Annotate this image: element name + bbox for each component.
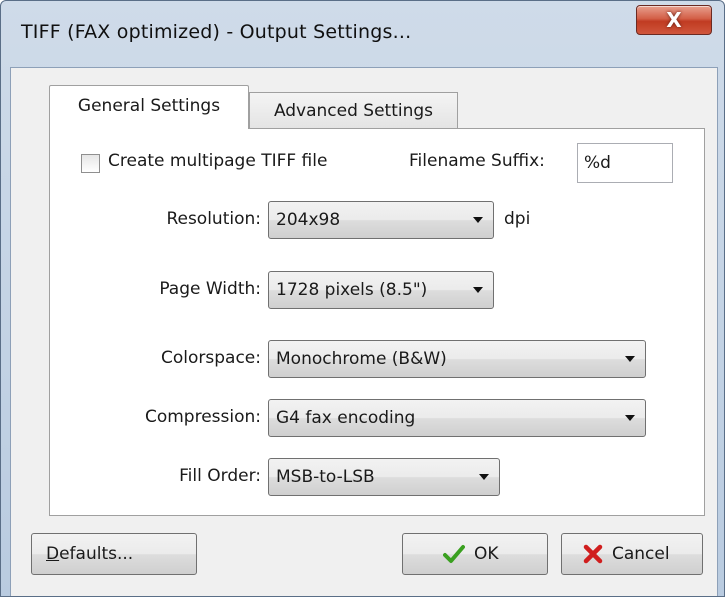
defaults-button[interactable]: Defaults...: [31, 533, 197, 575]
resolution-value: 204x98: [276, 210, 341, 230]
check-icon: [443, 545, 465, 563]
colorspace-select[interactable]: Monochrome (B&W): [268, 340, 646, 378]
chevron-down-icon: [479, 474, 489, 480]
cancel-button-label: Cancel: [612, 544, 670, 564]
filename-suffix-label: Filename Suffix:: [409, 151, 545, 171]
filename-suffix-input[interactable]: %d: [577, 143, 673, 183]
fill-order-select[interactable]: MSB-to-LSB: [268, 458, 500, 496]
close-button[interactable]: X: [636, 5, 712, 35]
defaults-accelerator: D: [46, 544, 60, 564]
title-bar[interactable]: TIFF (FAX optimized) - Output Settings..…: [1, 1, 724, 67]
x-icon: [583, 544, 603, 564]
compression-select[interactable]: G4 fax encoding: [268, 399, 646, 437]
page-width-select[interactable]: 1728 pixels (8.5"): [268, 271, 494, 309]
filename-suffix-value: %d: [584, 153, 611, 173]
chevron-down-icon: [473, 287, 483, 293]
page-width-label: Page Width:: [159, 279, 261, 299]
defaults-label-rest: efaults...: [59, 544, 134, 564]
resolution-select[interactable]: 204x98: [268, 201, 494, 239]
defaults-button-label: Defaults...: [46, 534, 133, 574]
dialog-client-area: General Settings Advanced Settings Creat…: [10, 67, 718, 596]
ok-button[interactable]: OK: [402, 533, 548, 575]
tab-advanced-settings[interactable]: Advanced Settings: [249, 92, 458, 128]
multipage-checkbox[interactable]: [81, 154, 100, 173]
chevron-down-icon: [473, 217, 483, 223]
dialog-window: TIFF (FAX optimized) - Output Settings..…: [0, 0, 725, 597]
colorspace-value: Monochrome (B&W): [276, 349, 447, 369]
chevron-down-icon: [625, 415, 635, 421]
tab-advanced-settings-label: Advanced Settings: [273, 101, 434, 121]
page-width-value: 1728 pixels (8.5"): [276, 280, 428, 300]
multipage-label[interactable]: Create multipage TIFF file: [108, 151, 327, 171]
fill-order-value: MSB-to-LSB: [276, 467, 375, 487]
cancel-button[interactable]: Cancel: [561, 533, 703, 575]
window-title: TIFF (FAX optimized) - Output Settings..…: [21, 21, 412, 43]
tab-general-settings-label: General Settings: [77, 96, 221, 116]
ok-button-label: OK: [474, 544, 499, 564]
fill-order-label: Fill Order:: [179, 466, 261, 486]
general-settings-panel: Create multipage TIFF file Filename Suff…: [49, 128, 705, 516]
resolution-label: Resolution:: [166, 209, 261, 229]
colorspace-label: Colorspace:: [161, 348, 261, 368]
chevron-down-icon: [625, 356, 635, 362]
compression-label: Compression:: [144, 407, 261, 427]
resolution-unit: dpi: [504, 209, 531, 229]
tab-general-settings[interactable]: General Settings: [49, 85, 249, 129]
close-icon: X: [666, 8, 682, 32]
compression-value: G4 fax encoding: [276, 408, 416, 428]
